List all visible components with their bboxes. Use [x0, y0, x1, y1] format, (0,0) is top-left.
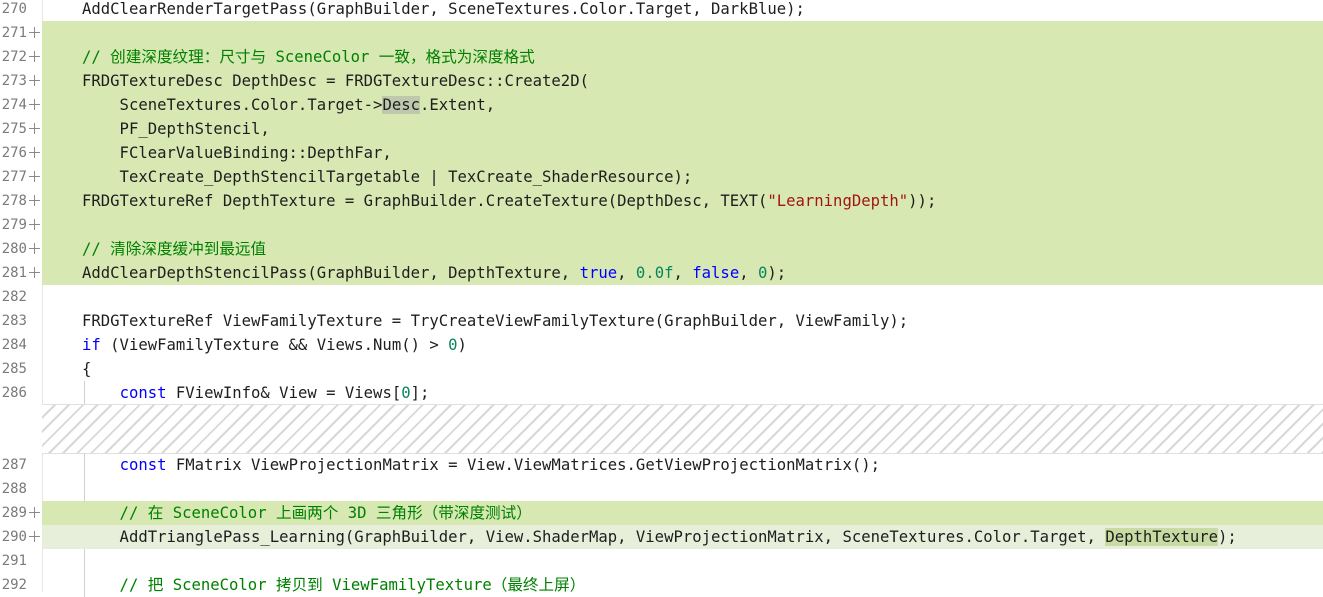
- line-code: AddClearDepthStencilPass(GraphBuilder, D…: [82, 264, 787, 282]
- line-number: 288: [1, 481, 27, 497]
- code-line-277: 277 TexCreate_DepthStencilTargetable | T…: [0, 165, 1323, 189]
- added-line-plus-icon: [29, 27, 40, 38]
- line-code: TexCreate_DepthStencilTargetable | TexCr…: [82, 168, 693, 186]
- added-line-plus-icon: [29, 267, 40, 278]
- code-line-280: 280 // 清除深度缓冲到最远值: [0, 237, 1323, 261]
- code-line-282: 282: [0, 285, 1323, 309]
- code-line-270: 270 AddClearRenderTargetPass(GraphBuilde…: [0, 0, 1323, 21]
- line-code: PF_DepthStencil,: [82, 120, 270, 138]
- line-number: 278: [1, 193, 27, 209]
- line-code: SceneTextures.Color.Target->Desc.Extent,: [82, 96, 496, 114]
- line-comment: // 在 SceneColor 上画两个 3D 三角形（带深度测试）: [82, 504, 532, 522]
- collapsed-region-hatch[interactable]: [42, 404, 1323, 454]
- added-line-plus-icon: [29, 531, 40, 542]
- added-line-plus-icon: [29, 243, 40, 254]
- line-number: 291: [1, 553, 27, 569]
- line-comment: // 清除深度缓冲到最远值: [82, 240, 267, 258]
- added-line-plus-icon: [29, 75, 40, 86]
- code-line-292: 292 // 把 SceneColor 拷贝到 ViewFamilyTextur…: [0, 573, 1323, 597]
- code-line-271: 271: [0, 21, 1323, 45]
- added-line-plus-icon: [29, 195, 40, 206]
- code-line-275: 275 PF_DepthStencil,: [0, 117, 1323, 141]
- code-line-289: 289 // 在 SceneColor 上画两个 3D 三角形（带深度测试）: [0, 501, 1323, 525]
- line-code: const FViewInfo& View = Views[0];: [119, 384, 430, 402]
- line-code: FClearValueBinding::DepthFar,: [82, 144, 392, 162]
- added-line-plus-icon: [29, 219, 40, 230]
- line-number: 287: [1, 457, 27, 473]
- line-code: FRDGTextureRef DepthTexture = GraphBuild…: [82, 192, 937, 210]
- line-number: 290: [1, 529, 27, 545]
- added-line-plus-icon: [29, 147, 40, 158]
- added-line-plus-icon: [29, 99, 40, 110]
- line-number: 281: [1, 265, 27, 281]
- line-number: 292: [1, 577, 27, 593]
- code-line-273: 273 FRDGTextureDesc DepthDesc = FRDGText…: [0, 69, 1323, 93]
- code-line-272: 272 // 创建深度纹理：尺寸与 SceneColor 一致，格式为深度格式: [0, 45, 1323, 69]
- line-code: if (ViewFamilyTexture && Views.Num() > 0…: [82, 336, 467, 354]
- line-number: 272: [1, 49, 27, 65]
- diff-code-editor: 270 AddClearRenderTargetPass(GraphBuilde…: [0, 0, 1323, 597]
- line-number: 289: [1, 505, 27, 521]
- line-comment: // 创建深度纹理：尺寸与 SceneColor 一致，格式为深度格式: [82, 48, 535, 66]
- added-line-plus-icon: [29, 171, 40, 182]
- added-line-plus-icon: [29, 51, 40, 62]
- line-number: 275: [1, 121, 27, 137]
- line-number: 286: [1, 385, 27, 401]
- code-line-291: 291: [0, 549, 1323, 573]
- line-number: 270: [1, 1, 27, 17]
- code-line-287: 287 const FMatrix ViewProjectionMatrix =…: [0, 453, 1323, 477]
- code-line-281: 281 AddClearDepthStencilPass(GraphBuilde…: [0, 261, 1323, 285]
- code-line-290: 290 AddTrianglePass_Learning(GraphBuilde…: [0, 525, 1323, 549]
- line-code: AddTrianglePass_Learning(GraphBuilder, V…: [82, 528, 1237, 546]
- string-literal: "LearningDepth": [767, 192, 909, 210]
- line-code: const FMatrix ViewProjectionMatrix = Vie…: [119, 456, 881, 474]
- added-line-plus-icon: [29, 123, 40, 134]
- line-number: 282: [1, 289, 27, 305]
- line-number: 279: [1, 217, 27, 233]
- line-number: 277: [1, 169, 27, 185]
- code-line-278: 278 FRDGTextureRef DepthTexture = GraphB…: [0, 189, 1323, 213]
- line-number: 280: [1, 241, 27, 257]
- code-line-279: 279: [0, 213, 1323, 237]
- code-line-276: 276 FClearValueBinding::DepthFar,: [0, 141, 1323, 165]
- line-code: FRDGTextureRef ViewFamilyTexture = TryCr…: [82, 312, 909, 330]
- code-line-286: 286 const FViewInfo& View = Views[0];: [0, 381, 1323, 405]
- code-line-288: 288: [0, 477, 1323, 501]
- code-line-274: 274 SceneTextures.Color.Target->Desc.Ext…: [0, 93, 1323, 117]
- code-line-283: 283 FRDGTextureRef ViewFamilyTexture = T…: [0, 309, 1323, 333]
- line-number: 273: [1, 73, 27, 89]
- line-code: AddClearRenderTargetPass(GraphBuilder, S…: [82, 0, 805, 18]
- line-code: FRDGTextureDesc DepthDesc = FRDGTextureD…: [82, 72, 589, 90]
- line-number: 276: [1, 145, 27, 161]
- code-line-285: 285 {: [0, 357, 1323, 381]
- highlighted-token: DepthTexture: [1105, 528, 1218, 546]
- line-code: {: [82, 360, 92, 378]
- line-number: 283: [1, 313, 27, 329]
- line-comment: // 把 SceneColor 拷贝到 ViewFamilyTexture（最终…: [82, 576, 586, 594]
- line-number: 284: [1, 337, 27, 353]
- line-number: 274: [1, 97, 27, 113]
- added-line-plus-icon: [29, 507, 40, 518]
- code-line-284: 284 if (ViewFamilyTexture && Views.Num()…: [0, 333, 1323, 357]
- highlighted-token: Desc: [382, 96, 420, 114]
- line-number: 271: [1, 25, 27, 41]
- line-number: 285: [1, 361, 27, 377]
